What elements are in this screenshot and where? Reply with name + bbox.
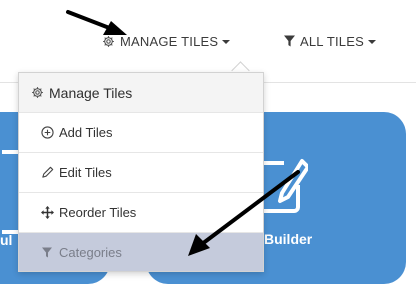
gear-icon	[29, 86, 45, 99]
builder-tile-label: Builder	[264, 231, 313, 247]
plus-circle-icon	[39, 126, 55, 139]
caret-down-icon	[222, 40, 231, 44]
dropdown-header: Manage Tiles	[19, 73, 263, 113]
gear-icon	[102, 35, 115, 48]
manage-tiles-menu-button[interactable]: MANAGE TILES	[102, 31, 231, 51]
edit-square-icon	[258, 155, 310, 226]
menu-item-categories[interactable]: Categories	[19, 233, 263, 271]
menu-item-label: Categories	[59, 244, 122, 260]
manage-tiles-label: MANAGE TILES	[120, 33, 219, 49]
all-tiles-label: ALL TILES	[300, 33, 364, 49]
menu-item-add-tiles[interactable]: Add Tiles	[19, 113, 263, 153]
menu-item-edit-tiles[interactable]: Edit Tiles	[19, 153, 263, 193]
filter-icon	[284, 35, 295, 47]
menu-item-label: Edit Tiles	[59, 165, 112, 180]
filter-icon	[39, 247, 55, 258]
pencil-icon	[39, 166, 55, 179]
tile-left-label: ul	[0, 232, 13, 248]
menu-item-label: Add Tiles	[59, 125, 113, 140]
move-arrows-icon	[39, 206, 55, 219]
dropdown-header-label: Manage Tiles	[49, 84, 133, 101]
manage-tiles-dropdown: Manage Tiles Add Tiles Edit Tiles Reorde…	[18, 72, 264, 272]
all-tiles-filter-button[interactable]: ALL TILES	[284, 31, 376, 51]
caret-down-icon	[367, 40, 376, 44]
top-nav-bar: MANAGE TILES ALL TILES	[0, 0, 416, 83]
menu-item-reorder-tiles[interactable]: Reorder Tiles	[19, 193, 263, 233]
menu-item-label: Reorder Tiles	[59, 205, 137, 220]
